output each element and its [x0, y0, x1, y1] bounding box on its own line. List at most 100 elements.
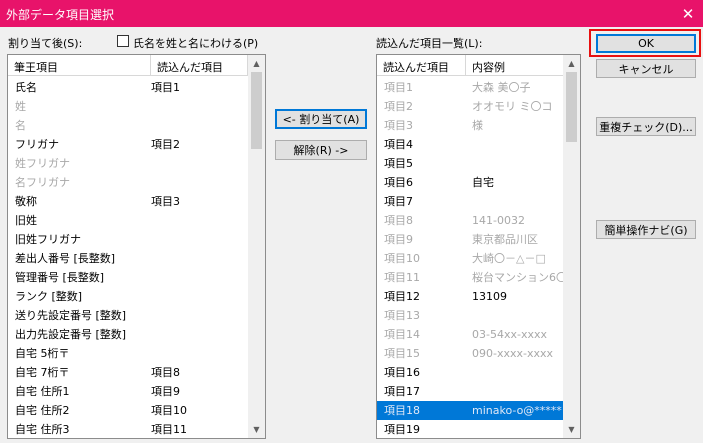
table-row[interactable]: 姓	[8, 97, 249, 116]
field-name: 差出人番号 [長整数]	[15, 252, 116, 265]
list-item[interactable]: 項目17	[377, 382, 564, 401]
list-item[interactable]: 項目3 様	[377, 116, 564, 135]
list-item[interactable]: 項目15 090-xxxx-xxxx	[377, 344, 564, 363]
list-item[interactable]: 項目1 大森 美〇子	[377, 78, 564, 97]
field-name: 管理番号 [長整数]	[15, 271, 105, 284]
item-name: 項目2	[384, 100, 413, 113]
list-item[interactable]: 項目13	[377, 306, 564, 325]
easy-navi-button[interactable]: 簡単操作ナビ(G)	[596, 220, 696, 239]
field-name: 旧姓フリガナ	[15, 233, 81, 246]
table-row[interactable]: フリガナ 項目2	[8, 135, 249, 154]
list-item[interactable]: 項目10 大崎〇－△－□	[377, 249, 564, 268]
list-item[interactable]: 項目18 minako-o@*****:	[377, 401, 566, 420]
field-name: 自宅 住所3	[15, 423, 70, 436]
field-name: 旧姓	[15, 214, 37, 227]
list-item[interactable]: 項目6 自宅	[377, 173, 564, 192]
scroll-down-icon[interactable]: ▼	[248, 421, 265, 438]
list-item[interactable]: 項目8 141-0032	[377, 211, 564, 230]
assigned-value: 項目10	[151, 404, 187, 417]
release-button[interactable]: 解除(R) ->	[275, 140, 367, 160]
list-item[interactable]: 項目2 オオモリ ミ〇コ	[377, 97, 564, 116]
column-header-example[interactable]: 内容例	[466, 55, 565, 76]
assigned-value: 項目3	[151, 195, 180, 208]
table-row[interactable]: 旧姓フリガナ	[8, 230, 249, 249]
table-row[interactable]: 自宅 住所3 項目11	[8, 420, 249, 438]
table-row[interactable]: ランク [整数]	[8, 287, 249, 306]
item-name: 項目9	[384, 233, 413, 246]
table-row[interactable]: 自宅 7桁〒 項目8	[8, 363, 249, 382]
list-item[interactable]: 項目9 東京都品川区	[377, 230, 564, 249]
item-name: 項目1	[384, 81, 413, 94]
table-row[interactable]: 自宅 住所1 項目9	[8, 382, 249, 401]
title-bar: 外部データ項目選択 ✕	[0, 0, 703, 27]
item-name: 項目6	[384, 176, 413, 189]
item-name: 項目13	[384, 309, 420, 322]
list-item[interactable]: 項目11 桜台マンション6〇	[377, 268, 567, 287]
loaded-list-label: 読込んだ項目一覧(L):	[376, 37, 483, 50]
list-item[interactable]: 項目19	[377, 420, 564, 438]
item-name: 項目12	[384, 290, 420, 303]
item-name: 項目11	[384, 271, 420, 284]
column-header-field[interactable]: 筆王項目	[8, 55, 151, 76]
table-row[interactable]: 旧姓	[8, 211, 249, 230]
table-row[interactable]: 姓フリガナ	[8, 154, 249, 173]
table-row[interactable]: 出力先設定番号 [整数]	[8, 325, 249, 344]
field-name: フリガナ	[15, 138, 59, 151]
split-name-label[interactable]: 氏名を姓と名にわける(P)	[133, 35, 258, 51]
close-icon[interactable]: ✕	[673, 0, 703, 27]
table-row[interactable]: 管理番号 [長整数]	[8, 268, 249, 287]
split-name-checkbox[interactable]	[117, 35, 129, 47]
table-row[interactable]: 差出人番号 [長整数]	[8, 249, 249, 268]
item-name: 項目17	[384, 385, 420, 398]
assigned-value: 項目2	[151, 138, 180, 151]
column-header-item[interactable]: 読込んだ項目	[377, 55, 466, 76]
field-name: ランク [整数]	[15, 290, 83, 303]
example-value: 090-xxxx-xxxx	[472, 347, 554, 360]
table-row[interactable]: 敬称 項目3	[8, 192, 249, 211]
item-name: 項目7	[384, 195, 413, 208]
table-row[interactable]: 送り先設定番号 [整数]	[8, 306, 249, 325]
scroll-down-icon[interactable]: ▼	[563, 421, 580, 438]
duplicate-check-button[interactable]: 重複チェック(D)...	[596, 117, 696, 136]
field-name: 自宅 5桁〒	[15, 347, 70, 360]
scroll-up-icon[interactable]: ▲	[563, 55, 580, 72]
example-value: 大崎〇－△－□	[472, 252, 546, 265]
assigned-scrollbar[interactable]: ▲ ▼	[248, 55, 265, 438]
example-value: minako-o@*****:	[472, 404, 566, 417]
assigned-value: 項目1	[151, 81, 180, 94]
example-value: 自宅	[472, 176, 494, 189]
item-name: 項目16	[384, 366, 420, 379]
table-row[interactable]: 名	[8, 116, 249, 135]
table-row[interactable]: 氏名 項目1	[8, 78, 249, 97]
loaded-scroll-thumb[interactable]	[566, 72, 577, 142]
example-value: 大森 美〇子	[472, 81, 531, 94]
ok-button[interactable]: OK	[596, 34, 696, 53]
item-name: 項目15	[384, 347, 420, 360]
list-item[interactable]: 項目12 13109	[377, 287, 564, 306]
table-row[interactable]: 自宅 5桁〒	[8, 344, 249, 363]
scroll-up-icon[interactable]: ▲	[248, 55, 265, 72]
list-item[interactable]: 項目7	[377, 192, 564, 211]
item-name: 項目3	[384, 119, 413, 132]
cancel-button[interactable]: キャンセル	[596, 59, 696, 78]
assign-button[interactable]: <- 割り当て(A)	[275, 109, 367, 129]
assigned-value: 項目11	[151, 423, 187, 436]
list-item[interactable]: 項目16	[377, 363, 564, 382]
loaded-scrollbar[interactable]: ▲ ▼	[563, 55, 580, 438]
table-row[interactable]: 自宅 住所2 項目10	[8, 401, 249, 420]
assigned-scroll-thumb[interactable]	[251, 72, 262, 149]
table-row[interactable]: 名フリガナ	[8, 173, 249, 192]
assigned-list-label: 割り当て後(S):	[8, 37, 83, 50]
field-name: 送り先設定番号 [整数]	[15, 309, 127, 322]
column-header-loaded[interactable]: 読込んだ項目	[151, 55, 248, 76]
assigned-list[interactable]: 筆王項目 読込んだ項目 氏名 項目1 姓名フリガナ 項目2 姓フリガナ 名フリガナ 敬称 項目…	[7, 54, 266, 439]
list-item[interactable]: 項目14 03-54xx-xxxx	[377, 325, 564, 344]
field-name: 名	[15, 119, 26, 132]
item-name: 項目19	[384, 423, 420, 436]
loaded-list[interactable]: 読込んだ項目 内容例 項目1 大森 美〇子項目2 オオモリ ミ〇コ 項目3 様項目4 項目…	[376, 54, 581, 439]
list-item[interactable]: 項目4	[377, 135, 564, 154]
field-name: 姓	[15, 100, 26, 113]
item-name: 項目4	[384, 138, 413, 151]
list-item[interactable]: 項目5	[377, 154, 564, 173]
field-name: 出力先設定番号 [整数]	[15, 328, 127, 341]
